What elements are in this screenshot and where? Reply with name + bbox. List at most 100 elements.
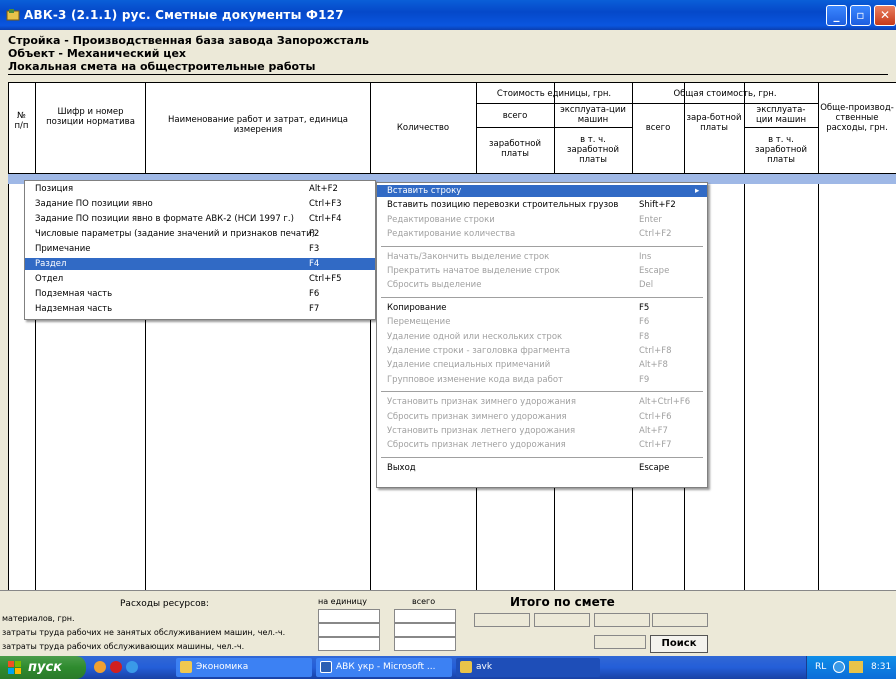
start-button[interactable]: пуск (0, 656, 86, 679)
left-menu-item-label: Числовые параметры (задание значений и п… (35, 229, 315, 239)
context-menu-item-shortcut: Ins (639, 251, 652, 262)
context-menu-item-shortcut: F5 (639, 302, 650, 313)
context-menu-item-label: Редактирование строки (387, 214, 495, 225)
taskbar-item-word[interactable]: АВК укр - Microsoft ... (316, 658, 452, 677)
context-menu-item: Удаление одной или нескольких строк F8 (377, 331, 707, 343)
context-menu-item-shortcut: Ctrl+F7 (639, 440, 672, 451)
context-menu-item: Начать/Закончить выделение строк Ins (377, 251, 707, 263)
context-menu-item-label: Редактирование количества (387, 229, 516, 240)
clock: 8:31 (871, 662, 892, 672)
maximize-button[interactable]: ▫ (850, 5, 871, 26)
overhead-header: Обще-производ-ственные расходы, грн. (820, 103, 894, 133)
quicklaunch-icon-2[interactable] (110, 661, 122, 673)
resources-panel: Расходы ресурсов: на единицу всего матер… (0, 590, 896, 656)
left-menu-item[interactable]: Задание ПО позиции явно Ctrl+F3 (25, 198, 375, 210)
taskbar: пуск Экономика АВК укр - Microsoft ... a… (0, 656, 896, 679)
context-menu-item-label: Сбросить выделение (387, 280, 482, 291)
total-cost-group-header: Общая стоимость, грн. (673, 89, 777, 99)
taskbar-item-avk[interactable]: avk (456, 658, 600, 677)
context-menu-item: Редактирование количества Ctrl+F2 (377, 228, 707, 240)
itogo-field-2 (534, 613, 590, 627)
col-num-header: № п/п (14, 111, 29, 131)
context-menu-item-label: Сбросить признак зимнего удорожания (387, 411, 567, 422)
left-menu-item[interactable]: Отдел Ctrl+F5 (25, 273, 375, 285)
itogo-field-3 (594, 613, 650, 627)
object-title: Объект - Механический цех (8, 47, 187, 60)
context-menu-item-shortcut: Ctrl+F2 (639, 229, 672, 240)
left-menu-item[interactable]: Надземная часть F7 (25, 303, 375, 315)
context-menu-item[interactable]: Копирование F5 (377, 302, 707, 314)
insert-submenu: Позиция Alt+F2 Задание ПО позиции явно Ctrl… (24, 180, 376, 320)
context-menu-item: Удаление специальных примечаний Alt+F8 (377, 359, 707, 371)
quicklaunch-icon-1[interactable] (94, 661, 106, 673)
unit-wages-header: заработной платы (488, 139, 541, 159)
context-menu-item[interactable]: Вставить строку ▸ (377, 185, 707, 197)
context-menu-item-shortcut: Shift+F2 (639, 200, 676, 211)
left-menu-item-shortcut: F2 (309, 229, 320, 239)
quicklaunch-icon-3[interactable] (126, 661, 138, 673)
context-menu-item: Прекратить начатое выделение строк Escape (377, 265, 707, 277)
left-menu-item-label: Раздел (35, 259, 67, 269)
menu-separator (381, 296, 703, 298)
left-menu-item[interactable]: Задание ПО позиции явно в формате АВК-2 … (25, 213, 375, 225)
close-button[interactable]: ✕ (874, 5, 896, 26)
menu-separator (381, 456, 703, 458)
window-title: АВК-3 (2.1.1) рус. Сметные документы Ф12… (24, 8, 344, 22)
col-name-header: Наименование работ и затрат, единица изм… (167, 115, 349, 135)
context-menu-item-shortcut: F9 (639, 374, 650, 385)
materials-total-field[interactable] (394, 609, 456, 623)
context-menu-item-label: Удаление специальных примечаний (387, 360, 551, 371)
labor-machines-label: затраты труда рабочих обслуживающих маши… (2, 642, 245, 651)
minimize-button[interactable]: _ (826, 5, 847, 26)
left-menu-item[interactable]: Числовые параметры (задание значений и п… (25, 228, 375, 240)
left-menu-item-shortcut: F7 (309, 304, 320, 314)
labor1-per-unit-field[interactable] (318, 623, 380, 637)
context-menu-item: Сбросить выделение Del (377, 279, 707, 291)
context-menu-item-label: Удаление строки - заголовка фрагмента (387, 346, 571, 356)
context-menu-item-label: Вставить позицию перевозки строительных … (387, 200, 619, 211)
search-button[interactable]: Поиск (650, 635, 708, 653)
context-menu-item[interactable]: Выход Escape (377, 462, 707, 474)
per-unit-label: на единицу (318, 597, 367, 606)
system-tray: RL 8:31 (806, 656, 896, 679)
avk-icon (460, 661, 472, 673)
title-bar: АВК-3 (2.1.1) рус. Сметные документы Ф12… (0, 0, 896, 30)
left-menu-item-shortcut: Alt+F2 (309, 184, 338, 194)
left-menu-item[interactable]: Позиция Alt+F2 (25, 183, 375, 195)
total-machines-header: эксплуата-ции машин (755, 105, 807, 125)
menu-separator (381, 391, 703, 393)
labor2-per-unit-field[interactable] (318, 637, 380, 651)
tray-arrow-icon[interactable] (833, 661, 845, 673)
left-menu-item-label: Примечание (35, 244, 91, 254)
start-label: пуск (28, 660, 62, 675)
context-menu-item[interactable]: Вставить позицию перевозки строительных … (377, 199, 707, 211)
context-menu-item-shortcut: Del (639, 280, 654, 291)
total-label: всего (412, 597, 436, 606)
windows-logo-icon (8, 661, 21, 674)
context-menu-item-label: Прекратить начатое выделение строк (387, 266, 560, 276)
labor-not-machines-label: затраты труда рабочих не занятых обслужи… (2, 628, 286, 637)
resources-label: Расходы ресурсов: (120, 599, 209, 609)
context-menu-item-label: Вставить строку (387, 186, 462, 196)
left-menu-item-shortcut: F3 (309, 244, 320, 254)
left-menu-item[interactable]: Примечание F3 (25, 243, 375, 255)
context-menu-item-shortcut: Alt+Ctrl+F6 (639, 397, 691, 408)
total-all-header: всего (645, 123, 671, 133)
context-menu-item-label: Копирование (387, 302, 447, 313)
unit-total-header: всего (502, 111, 528, 121)
folder-icon (180, 661, 192, 673)
context-menu-item: Удаление строки - заголовка фрагмента Ctr… (377, 345, 707, 357)
search-field[interactable] (594, 635, 646, 649)
tray-avk-icon[interactable] (849, 661, 863, 673)
labor2-total-field[interactable] (394, 637, 456, 651)
menu-separator (381, 245, 703, 247)
left-menu-item[interactable]: Подземная часть F6 (25, 288, 375, 300)
language-indicator[interactable]: RL (815, 662, 826, 672)
left-menu-item-label: Задание ПО позиции явно в формате АВК-2 … (35, 214, 294, 224)
left-menu-item[interactable]: Раздел F4 (25, 258, 375, 270)
labor1-total-field[interactable] (394, 623, 456, 637)
context-menu-item-shortcut: Enter (639, 214, 662, 225)
taskbar-item-economics[interactable]: Экономика (176, 658, 312, 677)
materials-per-unit-field[interactable] (318, 609, 380, 623)
unit-machines-header: эксплуата-ции машин (560, 105, 626, 125)
